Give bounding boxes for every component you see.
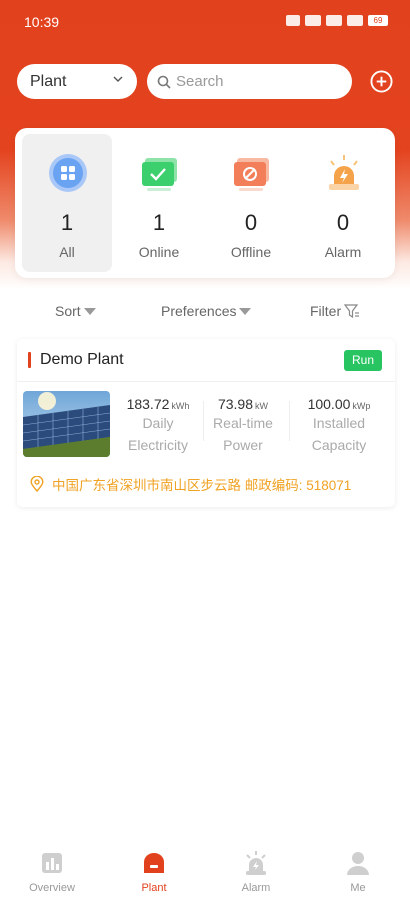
stat-all-label: All bbox=[59, 244, 75, 260]
tab-overview[interactable]: Overview bbox=[12, 850, 92, 894]
stat-all[interactable]: 1 All bbox=[22, 134, 112, 272]
stat-offline-count: 0 bbox=[244, 210, 258, 235]
solar-panel-image bbox=[23, 391, 110, 457]
daily-electricity-label-line1: Daily bbox=[142, 415, 174, 431]
search-input[interactable]: Search bbox=[147, 64, 352, 99]
house-icon bbox=[144, 853, 164, 873]
daily-electricity-value: 183.72 bbox=[126, 396, 170, 412]
daily-electricity-unit: kWh bbox=[171, 401, 190, 411]
plant-accent-bar bbox=[28, 352, 31, 368]
plant-type-label: Plant bbox=[30, 72, 67, 90]
tab-alarm[interactable]: Alarm bbox=[216, 850, 296, 894]
installed-capacity-metric: 100.00 kWp Installed Capacity bbox=[294, 396, 384, 456]
signal-5g-icon bbox=[326, 15, 342, 26]
plant-address-text: 中国广东省深圳市南山区步云路 邮政编码: 518071 bbox=[52, 478, 352, 493]
plant-address: 中国广东省深圳市南山区步云路 邮政编码: 518071 bbox=[30, 474, 351, 494]
installed-capacity-value: 100.00 bbox=[307, 396, 351, 412]
installed-capacity-label-line1: Installed bbox=[312, 415, 366, 431]
volte-icon bbox=[305, 15, 321, 26]
status-bar: 10:39 69 bbox=[0, 0, 410, 44]
installed-capacity-unit: kWp bbox=[352, 401, 371, 411]
preferences-label: Preferences bbox=[161, 303, 237, 319]
realtime-power-label-line2: Power bbox=[223, 437, 263, 453]
realtime-power-unit: kW bbox=[255, 401, 269, 411]
plant-type-dropdown[interactable]: Plant bbox=[17, 64, 137, 99]
tab-me-label: Me bbox=[350, 882, 366, 894]
tab-me[interactable]: Me bbox=[318, 850, 398, 894]
sort-caret-icon bbox=[83, 307, 96, 315]
status-icons: 69 bbox=[286, 15, 388, 26]
chevron-down-icon bbox=[113, 76, 123, 82]
preferences-button[interactable]: Preferences bbox=[161, 303, 252, 319]
sort-button[interactable]: Sort bbox=[55, 303, 96, 319]
alarm-icon bbox=[246, 851, 266, 875]
stat-offline[interactable]: 0 Offline bbox=[206, 134, 296, 272]
person-icon bbox=[347, 852, 369, 875]
location-pin-icon bbox=[30, 476, 44, 492]
monitor-check-icon bbox=[142, 158, 177, 191]
search-icon bbox=[157, 75, 171, 89]
realtime-power-label-line1: Real-time bbox=[213, 415, 273, 431]
network-speed-icon bbox=[286, 15, 300, 26]
realtime-power-value: 73.98 bbox=[217, 396, 254, 412]
daily-electricity-label-line2: Electricity bbox=[128, 437, 188, 453]
stat-alarm-label: Alarm bbox=[324, 244, 362, 260]
stat-online[interactable]: 1 Online bbox=[114, 134, 204, 272]
stat-alarm-count: 0 bbox=[336, 210, 350, 235]
installed-capacity-label-line2: Capacity bbox=[311, 437, 367, 453]
sort-label: Sort bbox=[55, 303, 81, 319]
card-divider bbox=[17, 381, 395, 382]
plant-card[interactable]: Demo Plant Run 183.72 kWh Daily Electric… bbox=[17, 339, 395, 507]
filter-label: Filter bbox=[310, 303, 342, 319]
monitor-offline-icon bbox=[234, 158, 269, 191]
metric-separator bbox=[289, 401, 290, 441]
tab-alarm-label: Alarm bbox=[241, 882, 271, 894]
daily-electricity-metric: 183.72 kWh Daily Electricity bbox=[113, 396, 203, 456]
chart-icon bbox=[42, 853, 62, 873]
battery-icon: 69 bbox=[368, 15, 388, 26]
signal-4g-icon bbox=[347, 15, 363, 26]
plant-name: Demo Plant bbox=[40, 351, 124, 368]
preferences-caret-icon bbox=[239, 307, 252, 315]
search-placeholder: Search bbox=[176, 73, 224, 90]
tab-overview-label: Overview bbox=[29, 882, 75, 894]
stat-online-label: Online bbox=[138, 244, 180, 260]
plant-thumbnail bbox=[23, 391, 110, 457]
plant-status-summary: 1 All 1 Online 0 Offline 0 Alarm bbox=[15, 128, 395, 278]
list-controls: Sort Preferences Filter bbox=[0, 300, 410, 324]
filter-icon bbox=[344, 304, 360, 319]
tab-plant-label: Plant bbox=[141, 882, 167, 894]
add-plant-button[interactable] bbox=[370, 70, 393, 93]
status-time: 10:39 bbox=[24, 14, 60, 30]
filter-button[interactable]: Filter bbox=[310, 303, 360, 319]
bottom-tab-bar: Overview Plant Alarm Me bbox=[0, 840, 410, 900]
stat-alarm[interactable]: 0 Alarm bbox=[298, 134, 388, 272]
stat-online-count: 1 bbox=[152, 210, 166, 235]
stat-offline-label: Offline bbox=[230, 244, 272, 260]
tab-plant[interactable]: Plant bbox=[114, 850, 194, 894]
status-badge: Run bbox=[344, 350, 382, 371]
alarm-light-icon bbox=[329, 155, 359, 190]
grid-icon bbox=[49, 154, 87, 192]
stat-all-count: 1 bbox=[60, 210, 74, 235]
realtime-power-metric: 73.98 kW Real-time Power bbox=[198, 396, 288, 456]
